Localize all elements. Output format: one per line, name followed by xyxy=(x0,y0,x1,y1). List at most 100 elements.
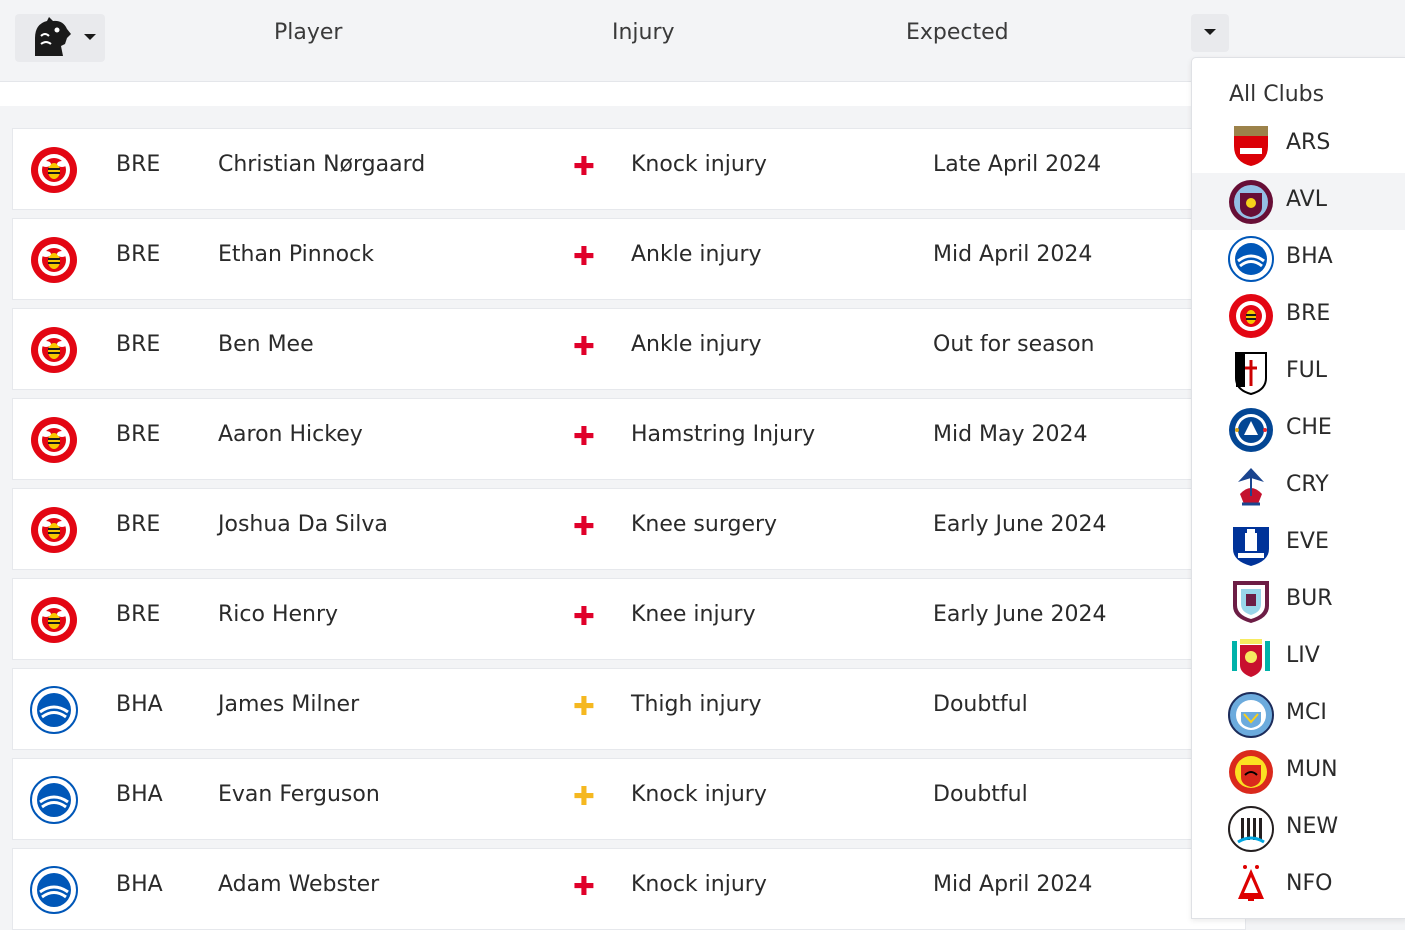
injury-status-icon: ✚ xyxy=(573,602,595,632)
table-row[interactable]: BHA Adam Webster ✚ Knock injury Mid Apri… xyxy=(12,848,1246,930)
club-abbreviation: BHA xyxy=(116,872,163,897)
expected-return: Doubtful xyxy=(933,692,1028,717)
brentford-crest-icon xyxy=(1229,294,1273,338)
player-name[interactable]: Ethan Pinnock xyxy=(218,242,374,267)
premier-league-lion-icon xyxy=(35,17,71,56)
table-header: Player Injury Expected xyxy=(0,0,1246,82)
dropdown-item-ful[interactable]: FUL xyxy=(1192,344,1405,401)
man-united-crest-icon xyxy=(1229,750,1273,794)
man-city-crest-icon xyxy=(1228,692,1274,738)
dropdown-item-bha[interactable]: BHA xyxy=(1192,230,1405,287)
table-row[interactable]: BRE Ethan Pinnock ✚ Ankle injury Mid Apr… xyxy=(12,218,1246,300)
table-row[interactable]: BRE Aaron Hickey ✚ Hamstring Injury Mid … xyxy=(12,398,1246,480)
injury-status-icon: ✚ xyxy=(573,782,595,812)
injury-type: Knock injury xyxy=(631,872,767,897)
injury-status-icon: ✚ xyxy=(573,332,595,362)
club-abbreviation: NEW xyxy=(1286,814,1339,839)
player-name[interactable]: Christian Nørgaard xyxy=(218,152,425,177)
club-abbreviation: NFO xyxy=(1286,871,1333,896)
club-filter-toggle[interactable] xyxy=(1191,14,1229,52)
crystal-palace-crest-icon xyxy=(1238,468,1264,506)
dropdown-item-bur[interactable]: BUR xyxy=(1192,572,1405,629)
brighton-crest-icon xyxy=(1228,236,1274,282)
dropdown-item-new[interactable]: NEW xyxy=(1192,800,1405,857)
dropdown-item-mun[interactable]: MUN xyxy=(1192,743,1405,800)
aston-villa-crest-icon xyxy=(1229,180,1273,224)
chelsea-crest-icon xyxy=(1229,408,1273,452)
club-abbreviation: BRE xyxy=(1286,301,1331,326)
club-abbreviation: BRE xyxy=(116,242,161,267)
table-row[interactable]: BRE Ben Mee ✚ Ankle injury Out for seaso… xyxy=(12,308,1246,390)
brighton-crest-icon xyxy=(30,686,78,734)
dropdown-item-eve[interactable]: EVE xyxy=(1192,515,1405,572)
club-abbreviation: LIV xyxy=(1286,643,1320,668)
dropdown-item-che[interactable]: CHE xyxy=(1192,401,1405,458)
dropdown-item-nfo[interactable]: NFO xyxy=(1192,857,1405,914)
player-name[interactable]: Adam Webster xyxy=(218,872,379,897)
club-abbreviation: MCI xyxy=(1286,700,1327,725)
injury-type: Knock injury xyxy=(631,152,767,177)
brentford-crest-icon xyxy=(31,417,77,463)
injury-status-icon: ✚ xyxy=(573,422,595,452)
player-name[interactable]: James Milner xyxy=(218,692,359,717)
liverpool-crest-icon xyxy=(1232,639,1270,677)
brentford-crest-icon xyxy=(31,237,77,283)
injury-type: Hamstring Injury xyxy=(631,422,816,447)
club-abbreviation: MUN xyxy=(1286,757,1338,782)
header-separator xyxy=(0,82,1246,106)
expected-return: Mid May 2024 xyxy=(933,422,1088,447)
club-abbreviation: BHA xyxy=(116,692,163,717)
column-header-player[interactable]: Player xyxy=(274,20,342,45)
club-abbreviation: EVE xyxy=(1286,529,1329,554)
injury-status-icon: ✚ xyxy=(573,242,595,272)
injury-type: Ankle injury xyxy=(631,332,762,357)
table-row[interactable]: BRE Joshua Da Silva ✚ Knee surgery Early… xyxy=(12,488,1246,570)
chevron-down-icon xyxy=(84,34,96,40)
newcastle-crest-icon xyxy=(1228,806,1274,852)
player-name[interactable]: Rico Henry xyxy=(218,602,338,627)
player-name[interactable]: Evan Ferguson xyxy=(218,782,380,807)
table-row[interactable]: BHA Evan Ferguson ✚ Knock injury Doubtfu… xyxy=(12,758,1246,840)
dropdown-item-all-clubs[interactable]: All Clubs xyxy=(1229,82,1324,107)
column-header-injury[interactable]: Injury xyxy=(612,20,675,45)
expected-return: Late April 2024 xyxy=(933,152,1102,177)
club-abbreviation: AVL xyxy=(1286,187,1327,212)
injury-type: Knock injury xyxy=(631,782,767,807)
brentford-crest-icon xyxy=(31,507,77,553)
everton-crest-icon xyxy=(1233,527,1269,566)
brentford-crest-icon xyxy=(31,597,77,643)
club-abbreviation: BRE xyxy=(116,332,161,357)
club-abbreviation: CRY xyxy=(1286,472,1329,497)
expected-return: Out for season xyxy=(933,332,1095,357)
arsenal-crest-icon xyxy=(1234,126,1268,166)
table-row[interactable]: BHA James Milner ✚ Thigh injury Doubtful xyxy=(12,668,1246,750)
table-row[interactable]: BRE Christian Nørgaard ✚ Knock injury La… xyxy=(12,128,1246,210)
club-abbreviation: BRE xyxy=(116,152,161,177)
league-selector-button[interactable] xyxy=(15,14,105,62)
injury-type: Ankle injury xyxy=(631,242,762,267)
club-abbreviation: BHA xyxy=(116,782,163,807)
brighton-crest-icon xyxy=(30,776,78,824)
nottingham-forest-crest-icon xyxy=(1238,865,1264,901)
dropdown-item-cry[interactable]: CRY xyxy=(1192,458,1405,515)
expected-return: Early June 2024 xyxy=(933,512,1107,537)
club-abbreviation: CHE xyxy=(1286,415,1332,440)
player-name[interactable]: Ben Mee xyxy=(218,332,314,357)
club-abbreviation: BHA xyxy=(1286,244,1333,269)
dropdown-item-liv[interactable]: LIV xyxy=(1192,629,1405,686)
club-abbreviation: FUL xyxy=(1286,358,1328,383)
club-abbreviation: BRE xyxy=(116,602,161,627)
dropdown-item-mci[interactable]: MCI xyxy=(1192,686,1405,743)
expected-return: Mid April 2024 xyxy=(933,242,1093,267)
dropdown-item-ars[interactable]: ARS xyxy=(1192,116,1405,173)
dropdown-item-avl[interactable]: AVL xyxy=(1192,173,1405,230)
player-name[interactable]: Aaron Hickey xyxy=(218,422,363,447)
column-header-expected[interactable]: Expected xyxy=(906,20,1009,45)
injury-type: Knee injury xyxy=(631,602,756,627)
dropdown-item-bre[interactable]: BRE xyxy=(1192,287,1405,344)
club-abbreviation: ARS xyxy=(1286,130,1331,155)
table-row[interactable]: BRE Rico Henry ✚ Knee injury Early June … xyxy=(12,578,1246,660)
player-name[interactable]: Joshua Da Silva xyxy=(218,512,388,537)
injury-status-icon: ✚ xyxy=(573,512,595,542)
brighton-crest-icon xyxy=(30,866,78,914)
